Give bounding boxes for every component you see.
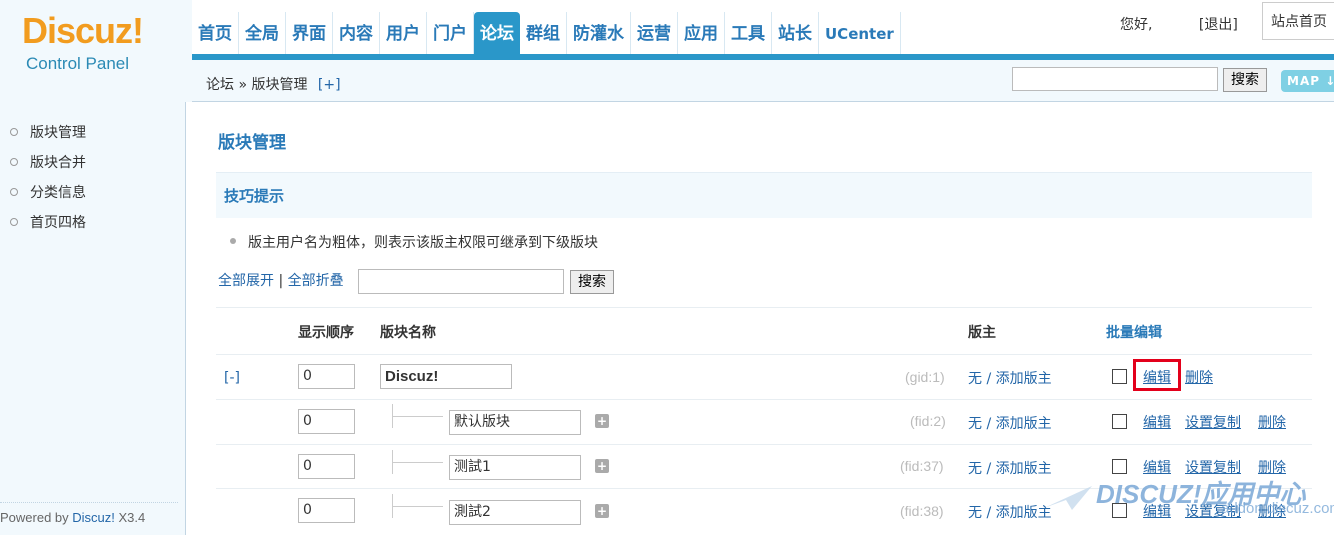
group-name-input[interactable]: Discuz! bbox=[380, 364, 512, 389]
nav-global[interactable]: 全局 bbox=[239, 12, 286, 54]
forum-name-input[interactable]: 测試1 bbox=[449, 455, 581, 480]
map-button[interactable]: MAP ↓ bbox=[1281, 70, 1334, 92]
sidebar-item-label: 分类信息 bbox=[30, 185, 86, 201]
sub-bar: 论坛 » 版块管理 [+] 搜索 MAP ↓ bbox=[192, 60, 1334, 102]
sidebar-item-label: 版块合并 bbox=[30, 155, 86, 171]
nav-forum[interactable]: 论坛 bbox=[474, 12, 520, 54]
nav-portal[interactable]: 门户 bbox=[427, 12, 474, 54]
tree-line bbox=[392, 450, 443, 474]
top-search-button[interactable]: 搜索 bbox=[1223, 68, 1267, 92]
nav-ucenter[interactable]: UCenter bbox=[819, 12, 901, 54]
sidebar-item-grid[interactable]: 首页四格 bbox=[10, 212, 86, 242]
nav-content[interactable]: 内容 bbox=[333, 12, 380, 54]
nav-user[interactable]: 用户 bbox=[380, 12, 427, 54]
powered-brand-link[interactable]: Discuz! bbox=[72, 510, 115, 525]
forum-id: (fid:2) bbox=[910, 413, 946, 429]
forum-name-input[interactable]: 測試2 bbox=[449, 500, 581, 525]
moderator-link[interactable]: 无 / 添加版主 bbox=[968, 413, 1052, 433]
forum-id: (fid:38) bbox=[900, 503, 944, 519]
circle-icon bbox=[10, 158, 18, 166]
sidebar-item-label: 首页四格 bbox=[30, 215, 86, 231]
logo[interactable]: Discuz! Control Panel bbox=[0, 0, 190, 98]
moderator-link[interactable]: 无 / 添加版主 bbox=[968, 368, 1052, 388]
nav-operation[interactable]: 运营 bbox=[631, 12, 678, 54]
order-input[interactable]: 0 bbox=[298, 409, 355, 434]
bullet-icon bbox=[230, 238, 236, 244]
batch-checkbox[interactable] bbox=[1112, 414, 1127, 429]
tips-title: 技巧提示 bbox=[224, 187, 285, 205]
nav-antispam[interactable]: 防灌水 bbox=[567, 12, 631, 54]
nav-founder[interactable]: 站长 bbox=[772, 12, 819, 54]
separator: | bbox=[274, 273, 288, 289]
logo-brand: Discuz! bbox=[22, 10, 144, 51]
table-divider bbox=[216, 399, 1312, 400]
group-id: (gid:1) bbox=[905, 369, 945, 385]
sidebar-item-forum-manage[interactable]: 版块管理 bbox=[10, 122, 86, 152]
tree-line bbox=[392, 494, 443, 518]
table-divider bbox=[216, 307, 1312, 308]
breadcrumb-text: 论坛 » 版块管理 bbox=[206, 77, 308, 93]
header: Discuz! Control Panel 首页 全局 界面 内容 用户 门户 … bbox=[0, 0, 1334, 102]
logout-link[interactable]: [退出] bbox=[1199, 17, 1238, 33]
circle-icon bbox=[10, 188, 18, 196]
forum-id: (fid:37) bbox=[900, 458, 944, 474]
forum-search-input[interactable] bbox=[358, 269, 564, 294]
nav-group[interactable]: 群组 bbox=[520, 12, 567, 54]
nav-home[interactable]: 首页 bbox=[192, 12, 239, 54]
watermark-arrow-icon bbox=[1044, 486, 1092, 510]
site-home-link[interactable]: 站点首页 bbox=[1262, 2, 1334, 40]
divider bbox=[0, 502, 178, 503]
greeting: 您好, bbox=[1120, 17, 1153, 33]
collapse-toggle[interactable]: [-] bbox=[224, 370, 240, 386]
header-name: 版块名称 bbox=[380, 325, 436, 341]
nav-list: 首页 全局 界面 内容 用户 门户 论坛 群组 防灌水 运营 应用 工具 站长 … bbox=[192, 12, 901, 54]
order-input[interactable]: 0 bbox=[298, 454, 355, 479]
edit-link[interactable]: 编辑 bbox=[1143, 412, 1171, 432]
sidebar-item-label: 版块管理 bbox=[30, 125, 86, 141]
batch-checkbox[interactable] bbox=[1112, 369, 1127, 384]
sidebar: 版块管理 版块合并 分类信息 首页四格 Powered by Discuz! X… bbox=[0, 102, 186, 535]
copy-settings-link[interactable]: 设置复制 bbox=[1185, 412, 1241, 432]
delete-link[interactable]: 删除 bbox=[1185, 367, 1213, 387]
circle-icon bbox=[10, 128, 18, 136]
header-moderator: 版主 bbox=[968, 325, 996, 341]
expand-all-link[interactable]: 全部展开 bbox=[218, 273, 274, 289]
sidebar-item-forum-merge[interactable]: 版块合并 bbox=[10, 152, 86, 182]
header-order: 显示顺序 bbox=[298, 325, 354, 341]
expand-controls: 全部展开 | 全部折叠 bbox=[218, 270, 344, 290]
top-search-input[interactable] bbox=[1012, 67, 1218, 91]
breadcrumb: 论坛 » 版块管理 [+] bbox=[206, 74, 341, 94]
order-input[interactable]: 0 bbox=[298, 498, 355, 523]
delete-link[interactable]: 删除 bbox=[1258, 412, 1286, 432]
add-subforum-icon[interactable]: + bbox=[595, 414, 609, 428]
add-subforum-icon[interactable]: + bbox=[595, 459, 609, 473]
nav-apps[interactable]: 应用 bbox=[678, 12, 725, 54]
circle-icon bbox=[10, 218, 18, 226]
user-box: 您好, [退出] bbox=[1120, 14, 1238, 34]
powered-prefix: Powered by bbox=[0, 510, 73, 525]
powered-version: X3.4 bbox=[114, 510, 146, 525]
page-title: 版块管理 bbox=[218, 133, 286, 153]
forum-name-input[interactable]: 默认版块 bbox=[449, 410, 581, 435]
sidebar-item-threadtypes[interactable]: 分类信息 bbox=[10, 182, 86, 212]
tip-text: 版主用户名为粗体，则表示该版主权限可继承到下级版块 bbox=[248, 235, 598, 251]
powered-by: Powered by Discuz! X3.4 bbox=[0, 510, 145, 525]
order-input[interactable]: 0 bbox=[298, 364, 355, 389]
add-subforum-icon[interactable]: + bbox=[595, 504, 609, 518]
watermark-url: addon.discuz.com bbox=[1221, 500, 1334, 517]
collapse-all-link[interactable]: 全部折叠 bbox=[288, 273, 344, 289]
tip-line: 版主用户名为粗体，则表示该版主权限可继承到下级版块 bbox=[230, 232, 598, 252]
tree-line bbox=[392, 404, 443, 428]
forum-search-button[interactable]: 搜索 bbox=[570, 270, 614, 294]
table-divider bbox=[216, 444, 1312, 445]
table-divider bbox=[216, 354, 1312, 355]
highlight-box bbox=[1133, 359, 1181, 391]
header-batch-edit[interactable]: 批量编辑 bbox=[1106, 322, 1162, 342]
add-shortcut-link[interactable]: [+] bbox=[318, 77, 341, 93]
logo-subtitle: Control Panel bbox=[26, 54, 130, 73]
watermark: DISCUZ!应用中心 addon.discuz.com bbox=[1036, 470, 1334, 530]
tips-header: 技巧提示 bbox=[216, 172, 1312, 218]
nav-interface[interactable]: 界面 bbox=[286, 12, 333, 54]
nav-tools[interactable]: 工具 bbox=[725, 12, 772, 54]
